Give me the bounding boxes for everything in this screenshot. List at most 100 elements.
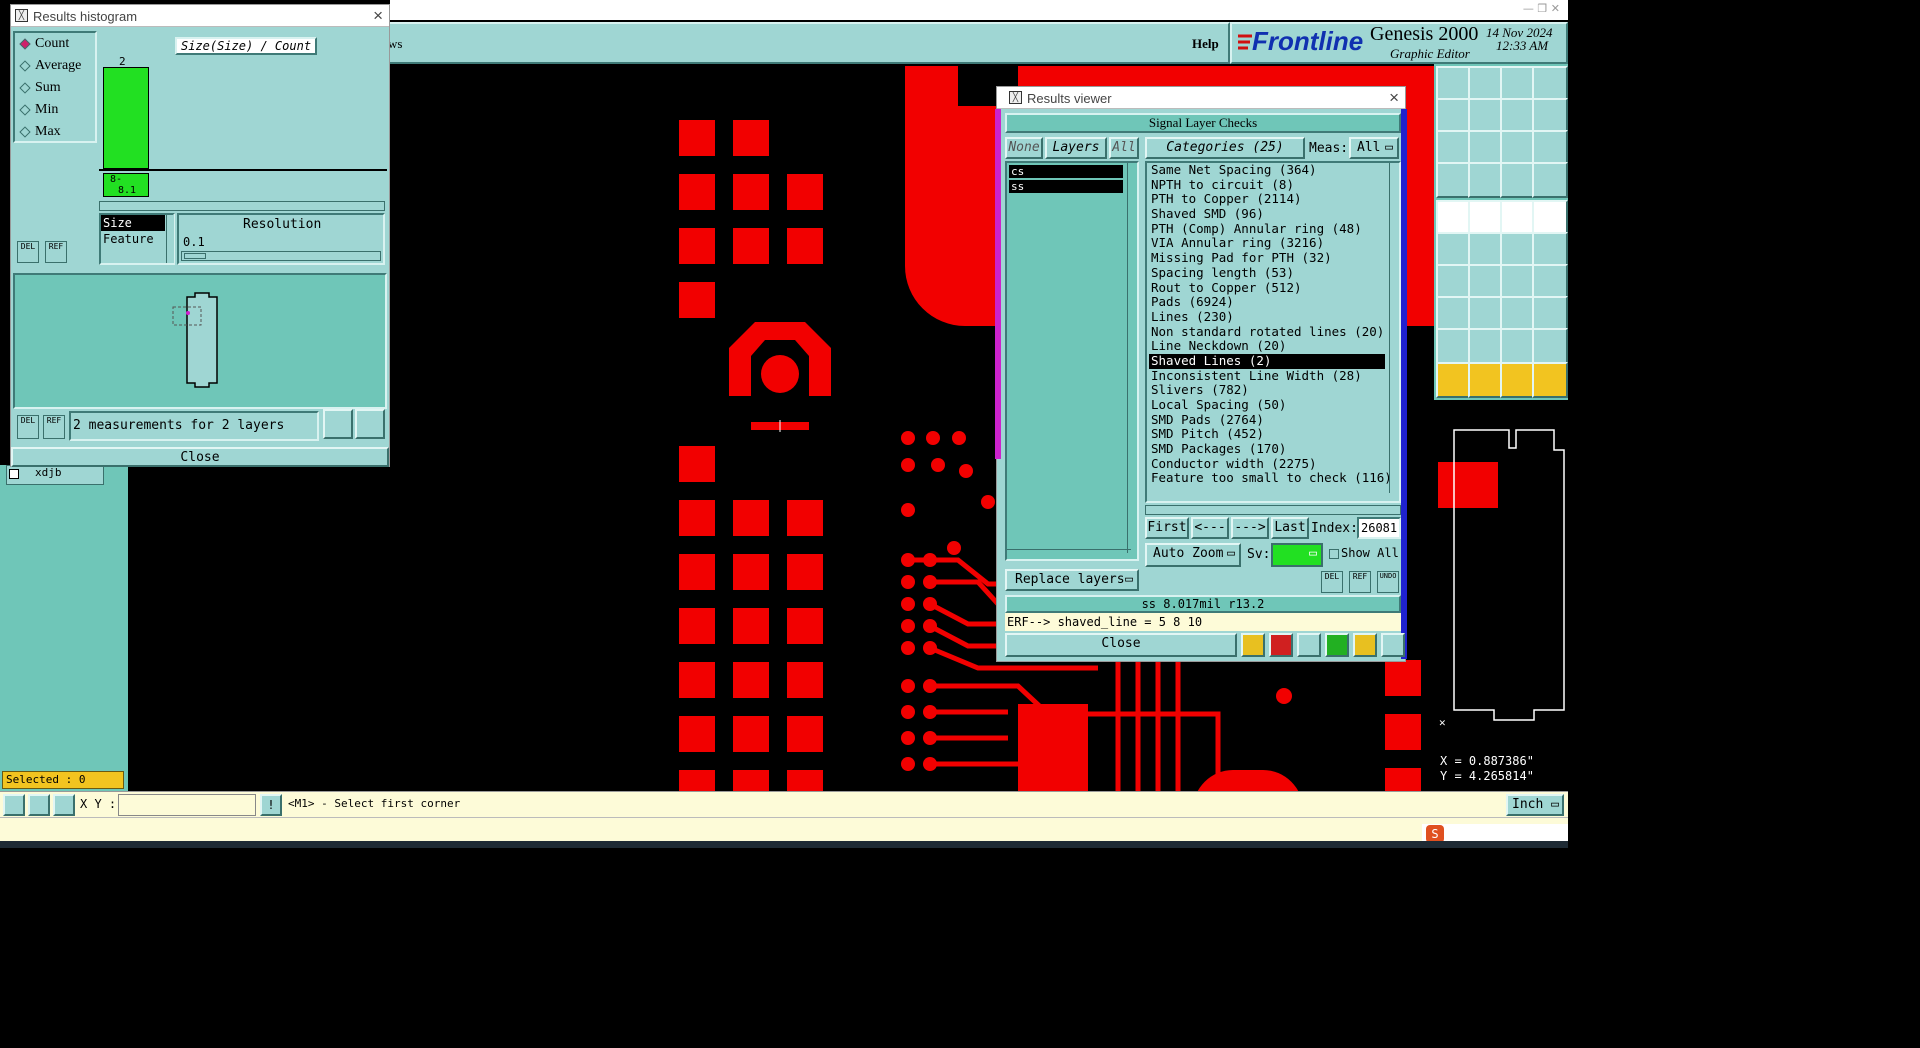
zoom-center-icon[interactable] — [1468, 130, 1504, 166]
step-icon[interactable] — [1325, 633, 1349, 657]
units-select[interactable]: Inch ▭ — [1506, 794, 1564, 816]
arc-icon[interactable] — [1500, 264, 1536, 300]
open-icon[interactable] — [1436, 66, 1472, 102]
histogram-bar[interactable] — [103, 67, 149, 169]
ref-icon[interactable]: REF — [45, 241, 67, 263]
categories-hscroll[interactable] — [1145, 505, 1401, 515]
close-icon[interactable]: × — [1389, 88, 1399, 108]
categories-list[interactable]: Same Net Spacing (364) NPTH to circuit (8… — [1145, 161, 1401, 503]
feature-list[interactable]: Size Feature — [99, 213, 175, 265]
pad-icon[interactable] — [1436, 296, 1472, 332]
viewer-close-button[interactable]: Close — [1005, 633, 1237, 657]
category-item[interactable]: SMD Pitch (452) — [1149, 427, 1385, 442]
grid-alt-icon[interactable] — [1532, 162, 1568, 198]
category-item[interactable]: Line Neckdown (20) — [1149, 339, 1385, 354]
category-item[interactable]: Same Net Spacing (364) — [1149, 162, 1385, 178]
viewer-titlebar[interactable]: ╳ Results viewer × — [997, 87, 1405, 109]
layers-hscroll[interactable] — [1007, 549, 1131, 559]
text-a3-icon[interactable] — [1500, 328, 1536, 364]
del-preview-icon[interactable]: DEL — [17, 415, 39, 439]
prev-button[interactable]: <--- — [1191, 517, 1229, 539]
mode-radio-sum[interactable]: Sum — [15, 77, 95, 99]
text-a2-icon[interactable] — [1468, 328, 1504, 364]
list-icon[interactable] — [1353, 633, 1377, 657]
target-icon[interactable] — [1500, 296, 1536, 332]
align-icon[interactable] — [1532, 264, 1568, 300]
categories-vscroll[interactable] — [1389, 163, 1399, 493]
cross-net-icon[interactable] — [1468, 232, 1504, 268]
feature-list-item[interactable]: Size — [101, 215, 165, 231]
overview-map[interactable]: ✕ — [1434, 400, 1568, 752]
pointer-multi-icon[interactable] — [1532, 362, 1568, 398]
mode-radio-average[interactable]: Average — [15, 55, 95, 77]
pointer-select-icon[interactable] — [1468, 362, 1504, 398]
category-item[interactable]: NPTH to circuit (8) — [1149, 177, 1385, 193]
last-button[interactable]: Last — [1271, 517, 1309, 539]
save-icon[interactable] — [1468, 66, 1504, 102]
report-icon[interactable] — [1269, 633, 1293, 657]
alert-icon[interactable]: ! — [260, 794, 282, 816]
export-icon[interactable] — [323, 409, 353, 439]
link-icon[interactable] — [1532, 232, 1568, 268]
shape-icon[interactable] — [1436, 200, 1472, 236]
tree-item[interactable]: xdjb — [6, 465, 104, 485]
histogram-scrollbar[interactable] — [99, 201, 385, 211]
hand-icon[interactable] — [1436, 162, 1472, 198]
window-icon[interactable] — [1532, 66, 1568, 102]
zoom-fit-icon[interactable] — [1436, 130, 1472, 166]
component-icon[interactable] — [1532, 296, 1568, 332]
home-icon[interactable] — [1500, 66, 1536, 102]
mode-radio-min[interactable]: Min — [15, 99, 95, 121]
connect-icon[interactable] — [1500, 232, 1536, 268]
mode-radio-count[interactable]: Count — [15, 33, 95, 55]
scale-icon[interactable] — [1500, 130, 1536, 166]
category-item[interactable]: Conductor width (2275) — [1149, 456, 1385, 472]
category-item[interactable]: Non standard rotated lines (20) — [1149, 324, 1385, 340]
close-mini-icon[interactable]: ✕ — [1439, 716, 1446, 729]
help-icon[interactable] — [1532, 130, 1568, 166]
meas-select[interactable]: All ▭ — [1349, 137, 1399, 159]
layers-button[interactable]: Layers — [1045, 137, 1107, 159]
dot-icon[interactable] — [1532, 200, 1568, 236]
ruler-icon[interactable] — [1500, 200, 1536, 236]
grid-mode-icon[interactable] — [53, 794, 75, 816]
close-icon[interactable]: × — [373, 6, 383, 26]
pointer-move-icon[interactable] — [1500, 362, 1536, 398]
layers-vscroll[interactable] — [1127, 163, 1137, 553]
category-item[interactable]: Local Spacing (50) — [1149, 397, 1385, 413]
category-item[interactable]: Pads (6924) — [1149, 294, 1385, 310]
layer-out-icon[interactable] — [1468, 98, 1504, 134]
del-icon[interactable]: DEL — [1321, 571, 1343, 593]
show-all-checkbox[interactable] — [1329, 549, 1339, 559]
feature-list-scrollbar[interactable] — [166, 215, 174, 263]
measure-mode-icon[interactable] — [28, 794, 50, 816]
category-item[interactable]: Shaved SMD (96) — [1149, 206, 1385, 222]
categories-button[interactable]: Categories (25) — [1145, 137, 1305, 159]
index-field[interactable]: 26081 — [1357, 517, 1401, 539]
window-controls-icon[interactable]: — ❐ ✕ — [1523, 2, 1560, 15]
menu-partial-label[interactable]: ws — [388, 36, 402, 52]
grid-icon[interactable] — [1500, 162, 1536, 198]
import-icon[interactable] — [355, 409, 385, 439]
text-a-icon[interactable] — [1436, 328, 1472, 364]
checkbox-icon[interactable] — [9, 469, 19, 479]
category-item[interactable]: Rout to Copper (512) — [1149, 280, 1385, 296]
layers-list[interactable]: cs ss — [1005, 161, 1139, 561]
auto-zoom-select[interactable]: Auto Zoom ▭ — [1145, 543, 1241, 567]
snap-icon[interactable] — [1532, 98, 1568, 134]
mode-radio-max[interactable]: Max — [15, 121, 95, 143]
diag-line-icon[interactable] — [1468, 264, 1504, 300]
pointer-mode-icon[interactable] — [3, 794, 25, 816]
del-icon[interactable]: DEL — [17, 241, 39, 263]
category-item[interactable]: Feature too small to check (116) — [1149, 471, 1392, 486]
category-item[interactable]: Spacing length (53) — [1149, 265, 1385, 281]
text-a4-icon[interactable] — [1532, 328, 1568, 364]
ref-preview-icon[interactable]: REF — [43, 415, 65, 439]
replace-layers-select[interactable]: Replace layers ▭ — [1005, 569, 1139, 591]
all-layers-button[interactable]: All — [1109, 137, 1139, 159]
category-item[interactable]: SMD Pads (2764) — [1149, 412, 1385, 428]
h-line-icon[interactable] — [1468, 296, 1504, 332]
swap-icon[interactable] — [1500, 98, 1536, 134]
ref-icon[interactable]: REF — [1349, 571, 1371, 593]
category-item[interactable]: SMD Packages (170) — [1149, 441, 1385, 457]
